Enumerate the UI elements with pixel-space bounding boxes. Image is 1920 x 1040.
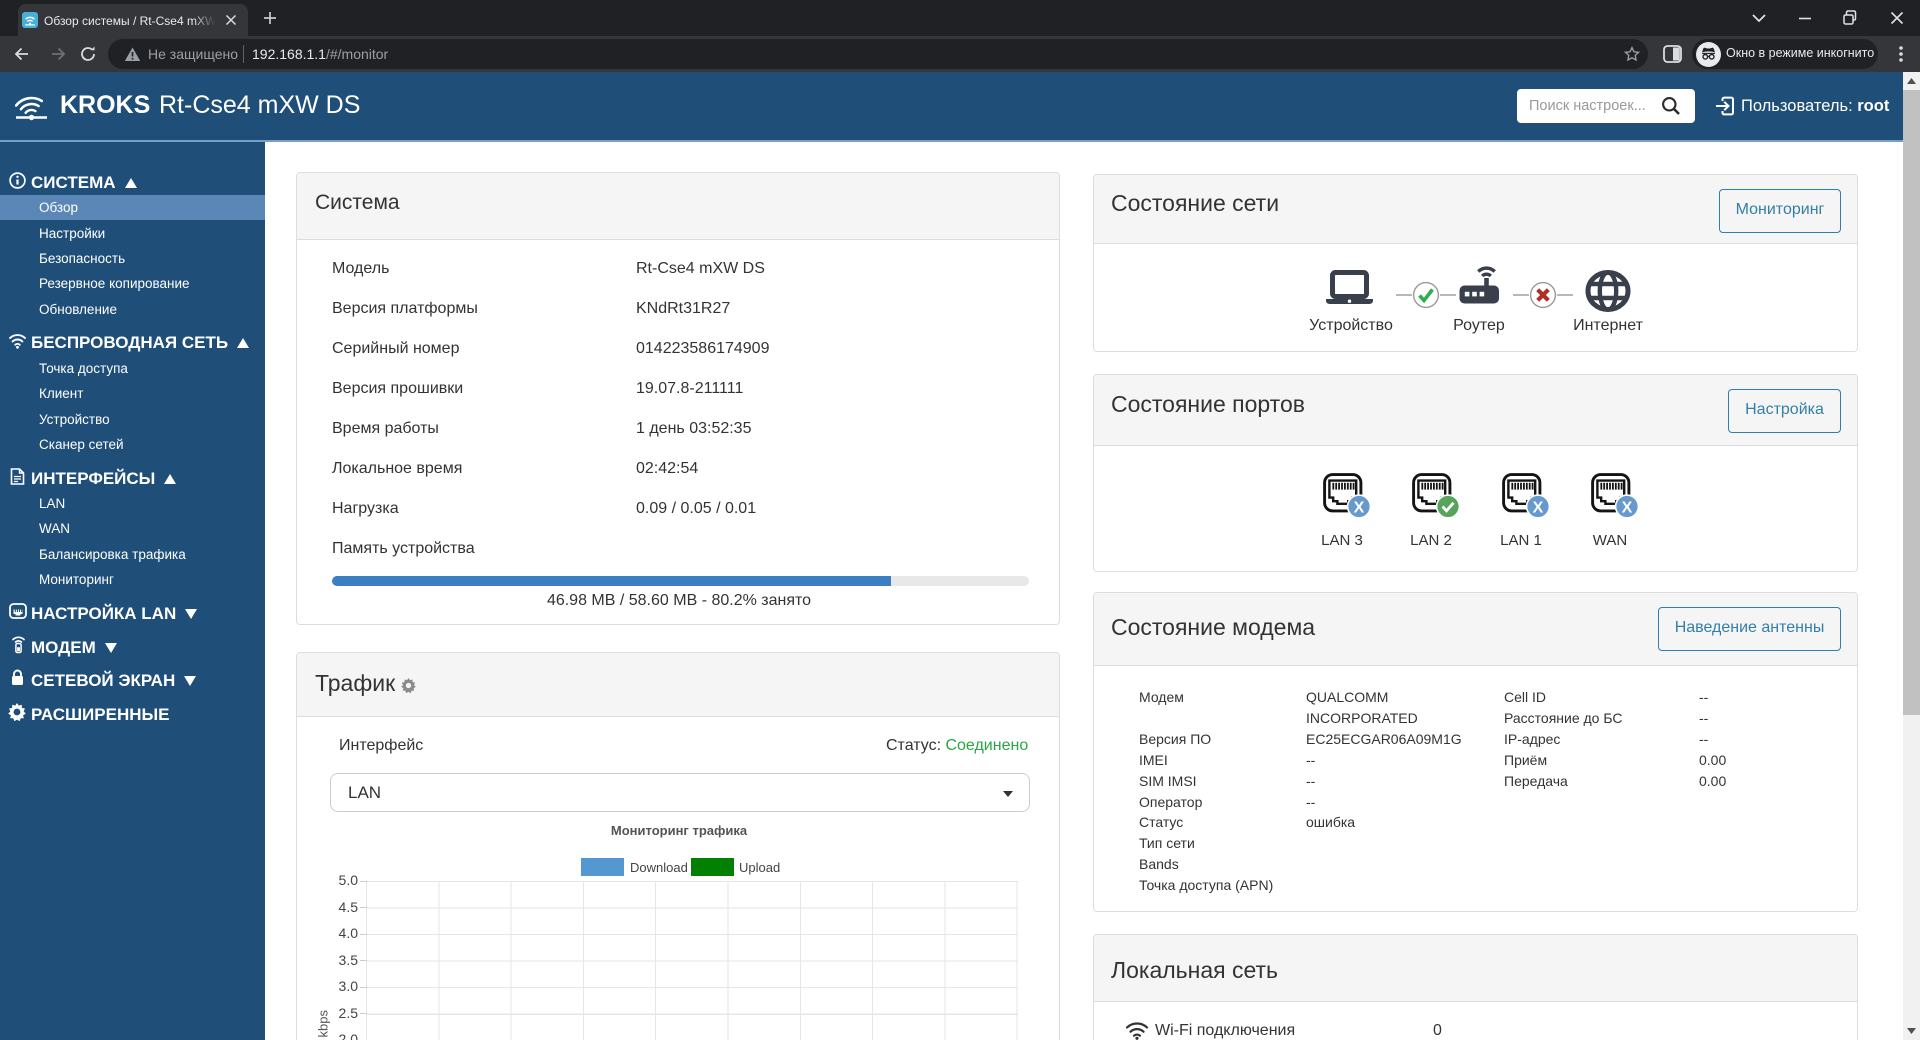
svg-text:X: X	[1622, 499, 1633, 516]
svg-text:X: X	[1354, 499, 1365, 516]
svg-text:X: X	[1533, 499, 1544, 516]
